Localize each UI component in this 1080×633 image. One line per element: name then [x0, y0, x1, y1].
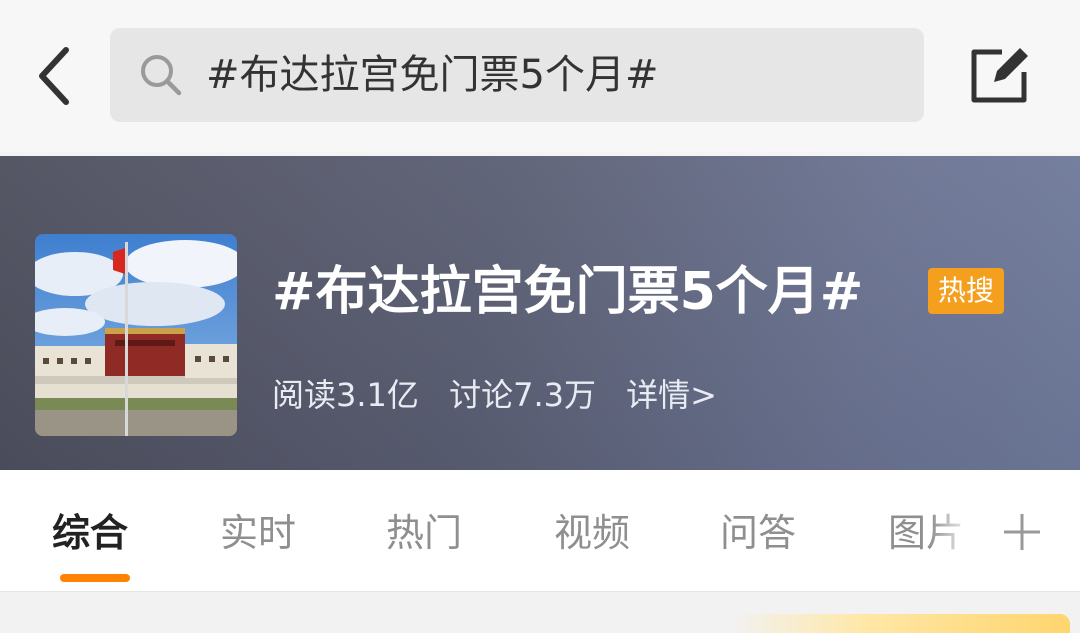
tab-hot[interactable]: 热门 — [386, 508, 462, 558]
plus-icon — [1004, 514, 1040, 550]
tab-bar: 综合 实时 热门 视频 问答 图片 — [0, 470, 1080, 592]
search-query-text: #布达拉宫免门票5个月# — [206, 52, 659, 98]
topic-title: #布达拉宫免门票5个月# — [272, 262, 864, 322]
details-link[interactable]: 详情> — [626, 376, 717, 414]
tab-video[interactable]: 视频 — [554, 508, 630, 558]
topic-thumbnail[interactable] — [35, 234, 237, 436]
top-bar: #布达拉宫免门票5个月# — [0, 0, 1080, 152]
topic-banner: #布达拉宫免门票5个月# 热搜 阅读3.1亿 讨论7.3万 详情> — [0, 156, 1080, 470]
back-button[interactable] — [28, 40, 84, 112]
compose-button[interactable] — [966, 44, 1034, 106]
search-input[interactable]: #布达拉宫免门票5个月# — [110, 28, 924, 122]
chevron-left-icon — [39, 47, 69, 105]
read-count: 阅读3.1亿 — [272, 376, 419, 414]
active-tab-indicator — [60, 574, 130, 582]
tab-overflow-fade — [930, 470, 980, 591]
feed-card-edge — [730, 614, 1070, 633]
hot-search-badge: 热搜 — [928, 268, 1004, 314]
tab-comprehensive[interactable]: 综合 — [52, 508, 128, 558]
tab-realtime[interactable]: 实时 — [220, 508, 296, 558]
search-icon — [141, 55, 182, 96]
tab-qa[interactable]: 问答 — [720, 508, 796, 558]
potala-palace-photo — [35, 234, 237, 436]
discussion-count: 讨论7.3万 — [449, 376, 596, 414]
compose-icon — [971, 48, 1028, 103]
add-tab-button[interactable] — [1000, 510, 1044, 554]
topic-stats: 阅读3.1亿 讨论7.3万 详情> — [272, 372, 737, 418]
